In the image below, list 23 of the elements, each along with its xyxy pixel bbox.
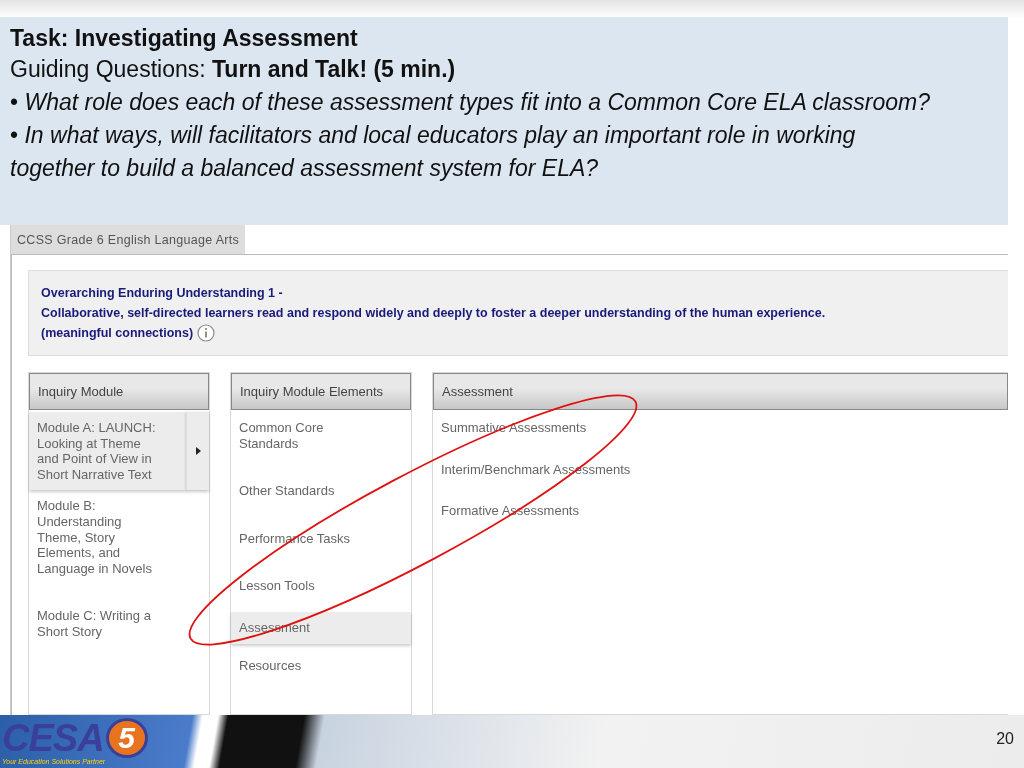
page-number: 20 [996, 729, 1015, 748]
list-item[interactable]: Summative Assessments [433, 412, 1008, 444]
list-item[interactable]: Common Core Standards [231, 412, 411, 460]
column-header: Inquiry Module [29, 373, 209, 410]
column-header: Inquiry Module Elements [231, 373, 411, 410]
question-bullet: • In what ways, will facilitators and local educators play an important role in working together to build a balanced assessment system for ELA? [10, 121, 857, 183]
understanding-tag: (meaningful connections) [41, 323, 194, 343]
list-item[interactable]: Module B: Understanding Theme, Story Elements, and Language in Novels [29, 490, 209, 585]
question-bullet: • What role does each of these assessment types fit into a Common Core ELA classroom? [10, 88, 931, 117]
course-tab[interactable]: CCSS Grade 6 English Language Arts [11, 225, 246, 254]
guiding-questions: Guiding Questions: Turn and Talk! (5 min.) [10, 55, 457, 84]
task-title: Task: Investigating Assessment [10, 24, 359, 53]
list-item[interactable]: Other Standards [231, 475, 411, 507]
expand-arrow-icon[interactable] [195, 447, 201, 456]
understanding-text: Collaborative, self-directed learners read and respond widely and deeply to foster a deeper understanding of the human experience. [41, 305, 827, 322]
list-item[interactable]: Module A: LAUNCH: Looking at Theme and Point of View in Short Narrative Text [29, 412, 209, 491]
column-header: Assessment [433, 373, 1008, 410]
info-icon[interactable] [197, 324, 216, 342]
list-item[interactable]: Module C: Writing a Short Story [29, 600, 209, 648]
logo-badge: 5 [105, 718, 148, 758]
list-item[interactable]: Resources [231, 649, 411, 682]
list-item[interactable]: Lesson Tools [231, 570, 411, 602]
understanding-title: Overarching Enduring Understanding 1 - [41, 285, 284, 302]
